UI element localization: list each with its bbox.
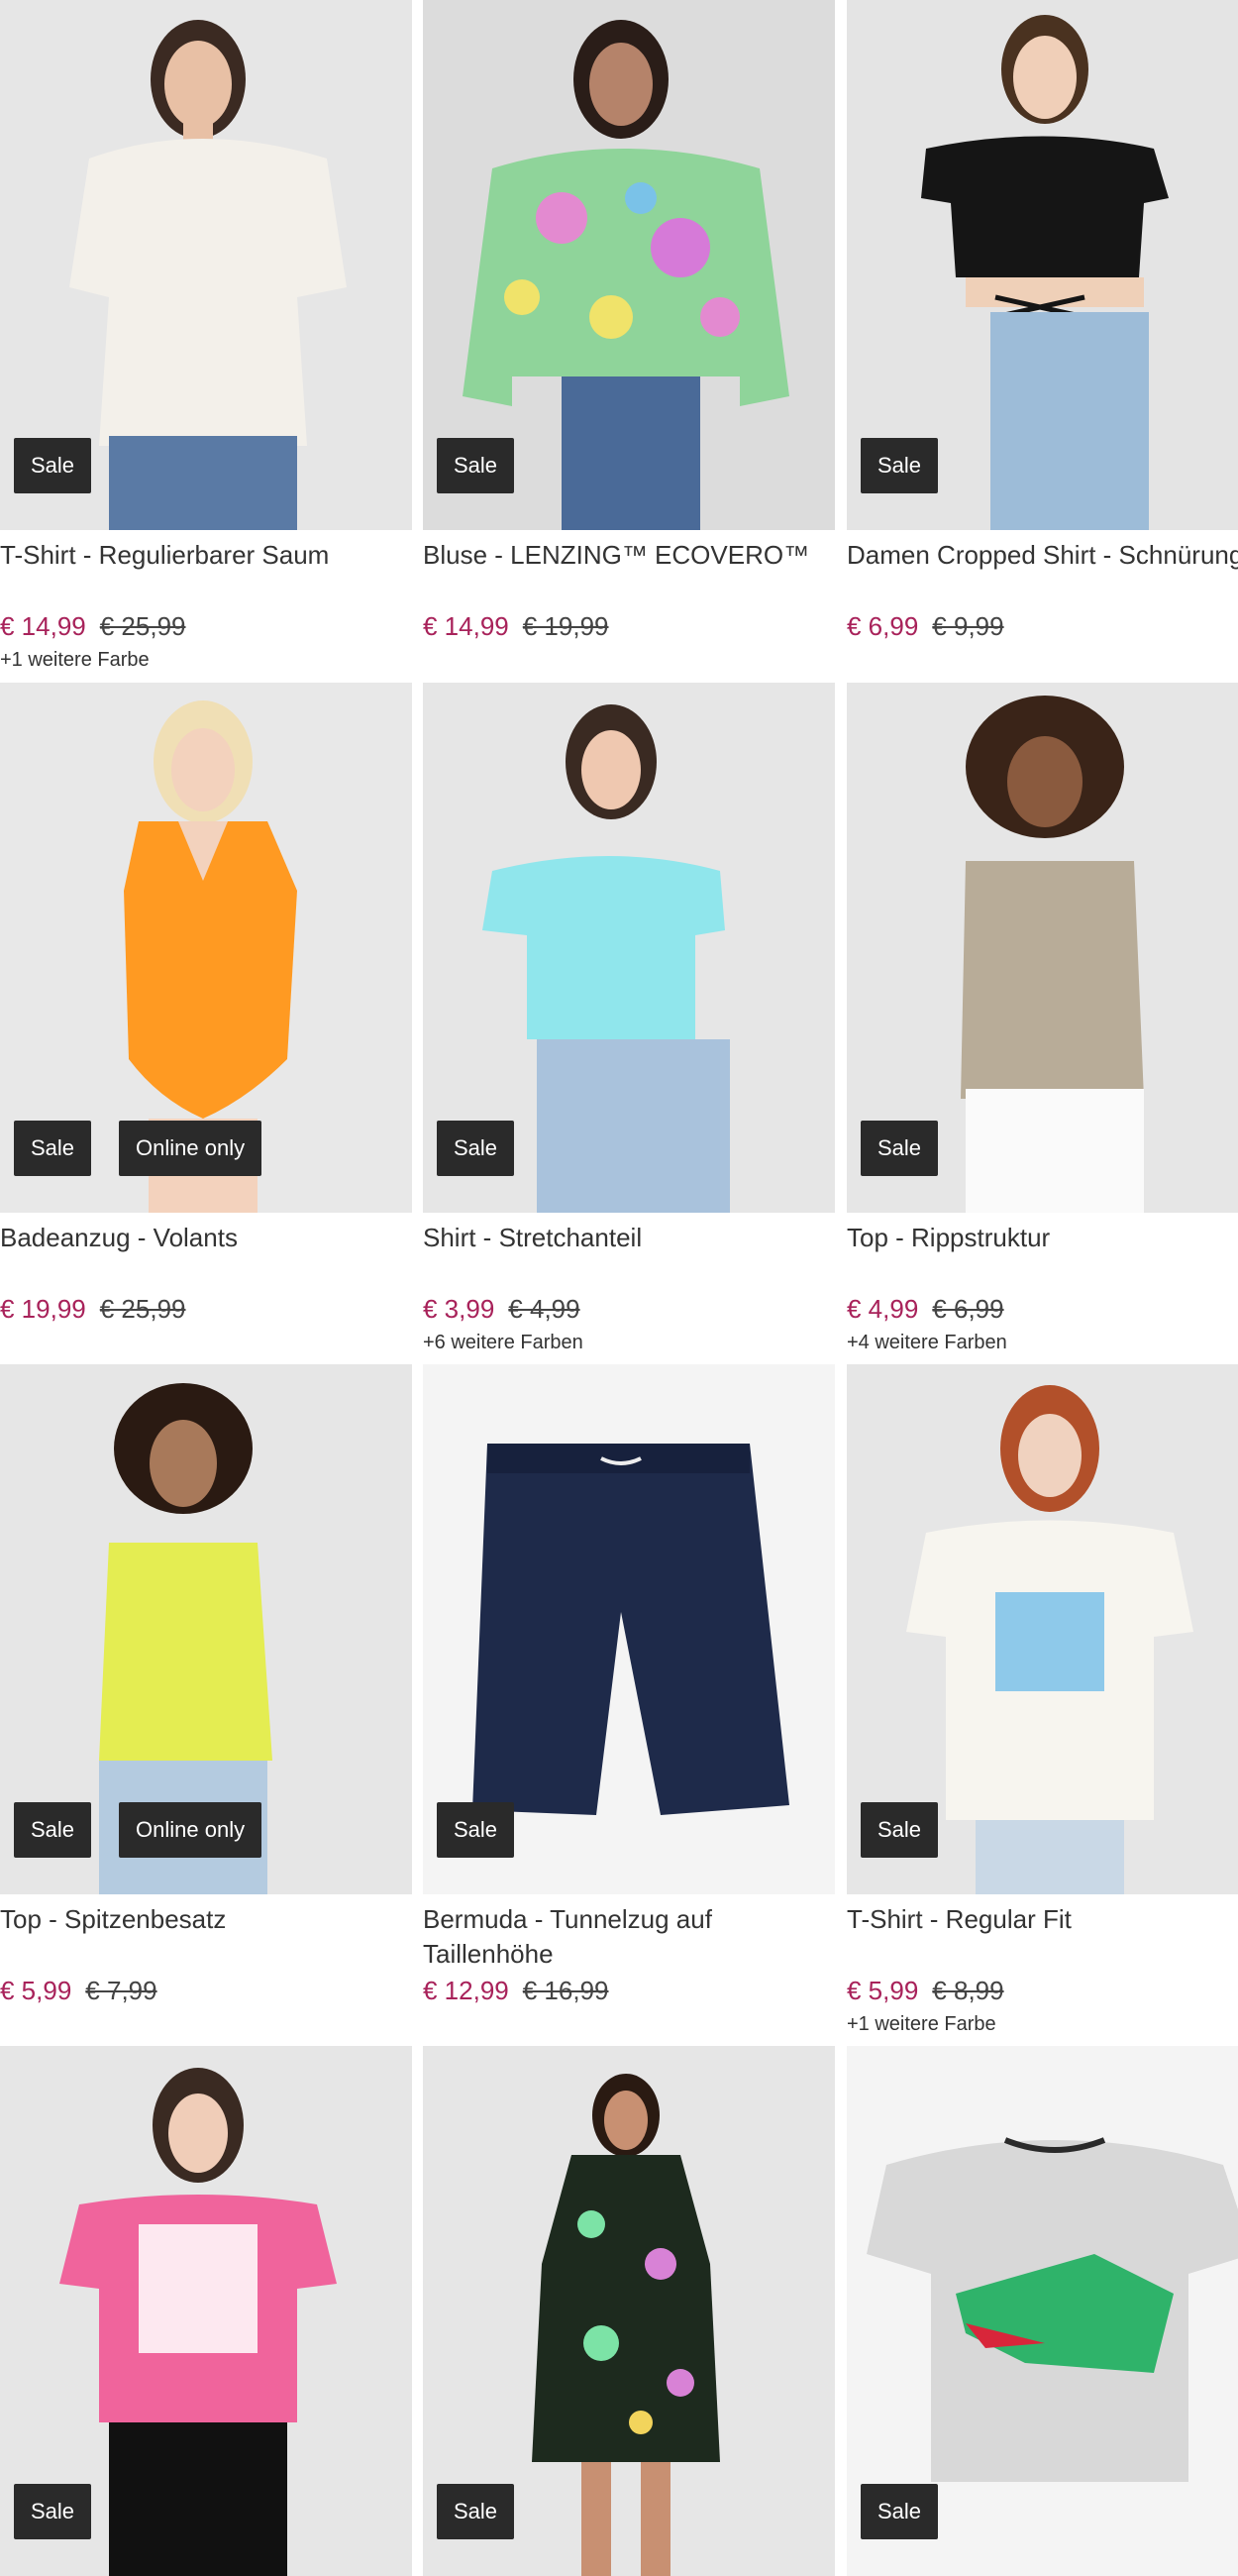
old-price: € 4,99 — [508, 1294, 580, 1324]
sale-badge: Sale — [14, 438, 92, 493]
product-image[interactable]: Sale — [423, 1364, 835, 1894]
badges: Sale — [14, 438, 92, 493]
sale-badge: Sale — [14, 1121, 92, 1176]
badges: Sale Online only — [14, 1121, 262, 1176]
sale-badge: Sale — [861, 1121, 939, 1176]
product-image[interactable]: Sale Online only — [0, 1364, 412, 1894]
product-card[interactable]: Sale T-Shirt - Regular Fit € 5,99 € 8,99 … — [847, 1364, 1238, 2039]
badges: Sale — [437, 438, 515, 493]
badges: Sale — [437, 1802, 515, 1858]
product-card[interactable]: Sale Shirt - Stretchanteil € 3,99 € 4,99 … — [423, 683, 835, 1357]
product-prices: € 6,99 € 9,99 — [847, 611, 1238, 641]
product-prices: € 14,99 € 25,99 — [0, 611, 412, 641]
more-colors[interactable]: +6 weitere Farben — [423, 1332, 835, 1357]
product-card[interactable]: Sale Online only Badeanzug - Volants € 1… — [0, 683, 412, 1357]
sale-badge: Sale — [437, 1802, 515, 1858]
product-card[interactable]: Sale Bermuda - Tunnelzug auf Taillenhöhe… — [423, 1364, 835, 2039]
more-colors[interactable] — [423, 2013, 835, 2039]
product-prices: € 4,99 € 6,99 — [847, 1294, 1238, 1324]
sale-badge: Sale — [861, 1802, 939, 1858]
sale-price: € 14,99 — [0, 611, 86, 641]
more-colors[interactable]: +1 weitere Farbe — [0, 649, 412, 675]
badges: Sale — [861, 2484, 939, 2539]
product-title[interactable]: T-Shirt - Regular Fit — [847, 1902, 1238, 1972]
badges: Sale — [14, 2484, 92, 2539]
old-price: € 8,99 — [932, 1976, 1004, 2005]
sale-price: € 12,99 — [423, 1976, 509, 2005]
sale-badge: Sale — [861, 2484, 939, 2539]
product-image[interactable]: Sale — [423, 2046, 835, 2576]
sale-badge: Sale — [437, 2484, 515, 2539]
sale-badge: Sale — [437, 438, 515, 493]
product-card[interactable]: Sale Damen Cropped Shirt - Schnürung € 6… — [847, 0, 1238, 675]
product-image[interactable]: Sale — [847, 0, 1238, 530]
product-title[interactable]: Badeanzug - Volants — [0, 1221, 412, 1290]
product-prices: € 14,99 € 19,99 — [423, 611, 835, 641]
sale-price: € 5,99 — [847, 1976, 919, 2005]
sale-price: € 14,99 — [423, 611, 509, 641]
product-card[interactable]: Sale — [423, 2046, 835, 2576]
old-price: € 9,99 — [932, 611, 1004, 641]
product-image[interactable]: Sale — [847, 2046, 1238, 2576]
product-image[interactable]: Sale — [0, 2046, 412, 2576]
sale-price: € 4,99 — [847, 1294, 919, 1324]
more-colors[interactable]: +1 weitere Farbe — [847, 2013, 1238, 2039]
sale-price: € 3,99 — [423, 1294, 495, 1324]
badges: Sale — [437, 2484, 515, 2539]
product-card[interactable]: Sale Top - Rippstruktur € 4,99 € 6,99 +4 … — [847, 683, 1238, 1357]
product-image[interactable]: Sale Online only — [0, 683, 412, 1213]
product-title[interactable]: Top - Rippstruktur — [847, 1221, 1238, 1290]
sale-badge: Sale — [14, 2484, 92, 2539]
more-colors[interactable] — [423, 649, 835, 675]
product-prices: € 5,99 € 7,99 — [0, 1976, 412, 2005]
sale-badge: Sale — [861, 438, 939, 493]
product-title[interactable]: Shirt - Stretchanteil — [423, 1221, 835, 1290]
product-prices: € 3,99 € 4,99 — [423, 1294, 835, 1324]
product-image[interactable]: Sale — [423, 0, 835, 530]
product-image[interactable]: Sale — [847, 1364, 1238, 1894]
product-prices: € 5,99 € 8,99 — [847, 1976, 1238, 2005]
sale-badge: Sale — [437, 1121, 515, 1176]
badges: Sale — [861, 1121, 939, 1176]
product-image[interactable]: Sale — [847, 683, 1238, 1213]
online-only-badge: Online only — [119, 1121, 262, 1176]
more-colors[interactable] — [0, 1332, 412, 1357]
product-card[interactable]: Sale T-Shirt - Regulierbarer Saum € 14,9… — [0, 0, 412, 675]
old-price: € 7,99 — [85, 1976, 157, 2005]
old-price: € 6,99 — [932, 1294, 1004, 1324]
product-title[interactable]: Bermuda - Tunnelzug auf Taillenhöhe — [423, 1902, 835, 1972]
old-price: € 16,99 — [522, 1976, 609, 2005]
more-colors[interactable]: +4 weitere Farben — [847, 1332, 1238, 1357]
sale-price: € 6,99 — [847, 611, 919, 641]
online-only-badge: Online only — [119, 1802, 262, 1858]
badges: Sale Online only — [14, 1802, 262, 1858]
badges: Sale — [861, 438, 939, 493]
old-price: € 25,99 — [99, 611, 186, 641]
product-title[interactable]: Top - Spitzenbesatz — [0, 1902, 412, 1972]
sale-badge: Sale — [14, 1802, 92, 1858]
more-colors[interactable] — [0, 2013, 412, 2039]
product-card[interactable]: Sale — [0, 2046, 412, 2576]
product-card[interactable]: Sale Bluse - LENZING™ ECOVERO™ € 14,99 € … — [423, 0, 835, 675]
product-title[interactable]: T-Shirt - Regulierbarer Saum — [0, 538, 412, 607]
old-price: € 19,99 — [522, 611, 609, 641]
sale-price: € 5,99 — [0, 1976, 72, 2005]
product-title[interactable]: Bluse - LENZING™ ECOVERO™ — [423, 538, 835, 607]
product-title[interactable]: Damen Cropped Shirt - Schnürung — [847, 538, 1238, 607]
more-colors[interactable] — [847, 649, 1238, 675]
product-image[interactable]: Sale — [0, 0, 412, 530]
badges: Sale — [437, 1121, 515, 1176]
product-prices: € 19,99 € 25,99 — [0, 1294, 412, 1324]
sale-price: € 19,99 — [0, 1294, 86, 1324]
badges: Sale — [861, 1802, 939, 1858]
product-image[interactable]: Sale — [423, 683, 835, 1213]
product-card[interactable]: Sale Online only Top - Spitzenbesatz € 5… — [0, 1364, 412, 2039]
product-prices: € 12,99 € 16,99 — [423, 1976, 835, 2005]
product-card[interactable]: Sale — [847, 2046, 1238, 2576]
old-price: € 25,99 — [99, 1294, 186, 1324]
